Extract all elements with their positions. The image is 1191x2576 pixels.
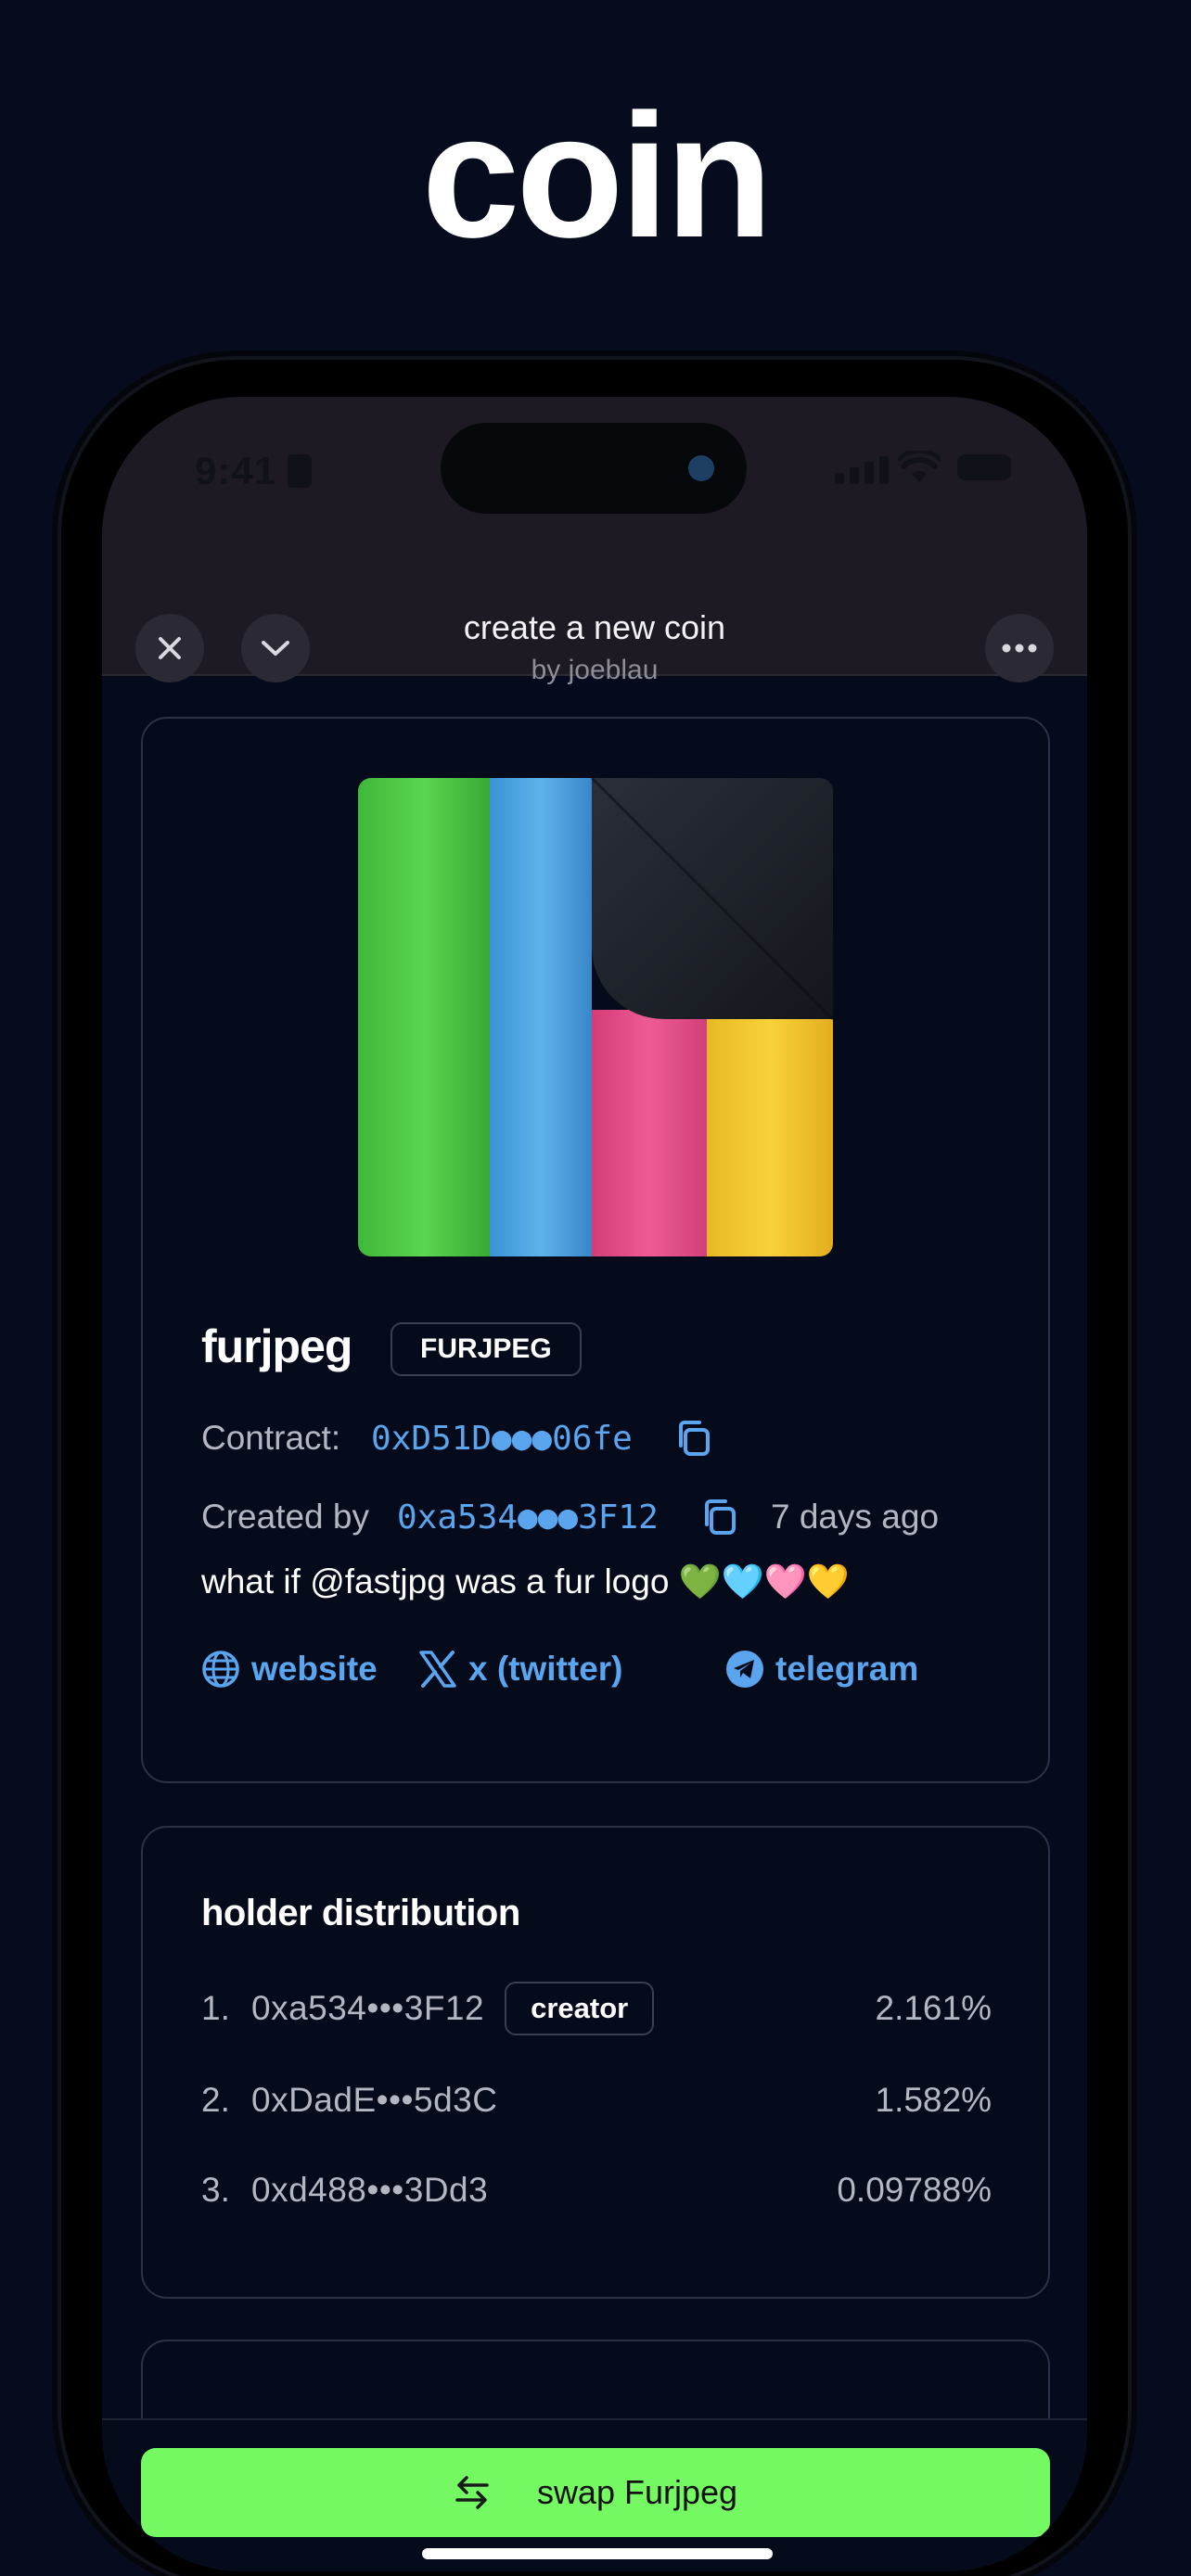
battery-icon — [957, 454, 1011, 480]
page-title: create a new coin — [463, 608, 726, 646]
created-by-label: Created by — [201, 1498, 369, 1536]
cellular-signal-icon — [835, 454, 890, 484]
holder-rank: 2. — [201, 2081, 230, 2119]
dynamic-island — [441, 423, 747, 514]
website-link[interactable]: website — [201, 1646, 378, 1692]
x-logo-icon — [419, 1651, 456, 1688]
holder-percent: 1.582% — [875, 2081, 992, 2119]
telegram-link-label: telegram — [775, 1650, 919, 1688]
contract-address-link[interactable]: 0xD51D●●●06fe — [371, 1420, 633, 1458]
more-icon — [1002, 644, 1037, 653]
top-bar: 9:41 create a new coin by joeblau — [102, 397, 1087, 685]
creator-badge: creator — [505, 1982, 655, 2035]
coin-description: what if @fastjpg was a fur logo 💚🩵🩷💛 — [201, 1562, 850, 1600]
created-ago: 7 days ago — [771, 1498, 940, 1536]
holder-percent: 0.09788% — [837, 2171, 992, 2209]
more-options-button[interactable] — [985, 614, 1054, 682]
holder-row[interactable]: 1. 0xa534•••3F12 creator 2.161% — [201, 1981, 992, 2036]
swap-button-label: swap Furjpeg — [536, 2473, 738, 2511]
telegram-icon — [726, 1651, 763, 1688]
phone-frame: 9:41 create a new coin by joeblau furjpe… — [61, 360, 1128, 2576]
ticker-badge: FURJPEG — [391, 1322, 582, 1376]
copy-contract-icon[interactable] — [673, 1418, 714, 1459]
home-indicator — [422, 2548, 773, 2559]
website-link-label: website — [251, 1650, 378, 1688]
creator-address-link[interactable]: 0xa534●●●3F12 — [397, 1498, 659, 1537]
coin-name: furjpeg — [201, 1320, 352, 1372]
app-store-preview: coin 9:41 create a new coin by joeblau f… — [0, 0, 1191, 2576]
twitter-link-label: x (twitter) — [468, 1650, 623, 1688]
holder-rank: 1. — [201, 1989, 230, 2027]
holder-percent: 2.161% — [875, 1989, 992, 2027]
globe-icon — [202, 1651, 239, 1688]
holder-address: 0xa534•••3F12 — [251, 1989, 485, 2027]
coin-image — [358, 778, 833, 1256]
sim-icon — [288, 454, 312, 488]
holder-row[interactable]: 3. 0xd488•••3Dd3 0.09788% — [201, 2162, 992, 2218]
section-title: holder distribution — [201, 1893, 520, 1933]
status-time: 9:41 — [195, 449, 277, 492]
swap-button[interactable]: swap Furjpeg — [141, 2448, 1050, 2537]
holder-distribution-card: holder distribution 1. 0xa534•••3F12 cre… — [141, 1826, 1050, 2299]
camera-icon — [688, 455, 714, 481]
holder-rank: 3. — [201, 2171, 230, 2209]
swap-arrows-icon — [455, 2476, 489, 2509]
copy-creator-icon[interactable] — [699, 1497, 740, 1537]
holder-address: 0xDadE•••5d3C — [251, 2081, 498, 2119]
phone-screen: 9:41 create a new coin by joeblau furjpe… — [102, 397, 1087, 2571]
coin-card: furjpeg FURJPEG Contract: 0xD51D●●●06fe … — [141, 717, 1050, 1783]
page-subtitle: by joeblau — [531, 655, 659, 685]
holder-address: 0xd488•••3Dd3 — [251, 2171, 489, 2209]
telegram-link[interactable]: telegram — [725, 1646, 918, 1692]
wifi-icon — [898, 451, 941, 482]
contract-label: Contract: — [201, 1419, 341, 1457]
hero-title: coin — [421, 78, 774, 274]
holder-row[interactable]: 2. 0xDadE•••5d3C 1.582% — [201, 2072, 992, 2128]
twitter-link[interactable]: x (twitter) — [418, 1646, 623, 1692]
